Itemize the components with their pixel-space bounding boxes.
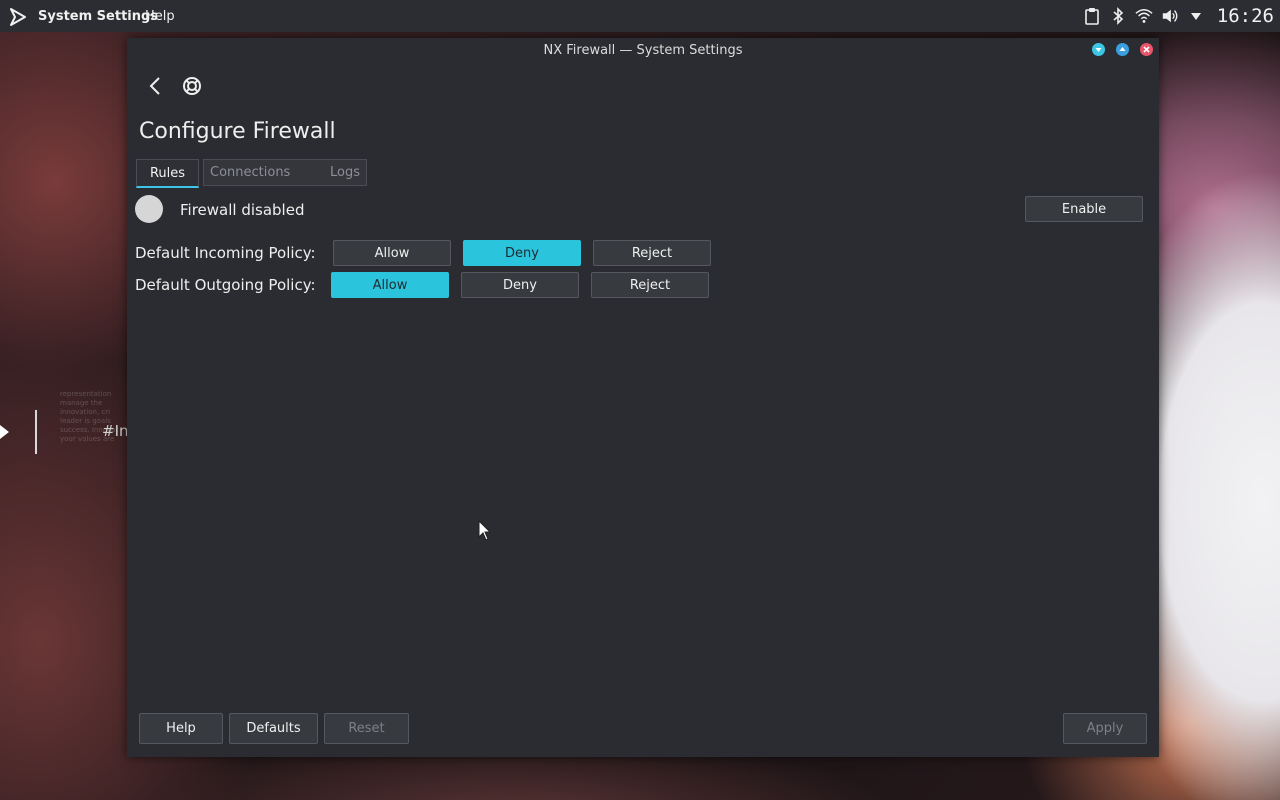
tab-connections[interactable]: Connections xyxy=(210,165,290,180)
close-button[interactable] xyxy=(1140,43,1153,56)
back-arrow-icon[interactable] xyxy=(145,75,167,97)
reset-button[interactable]: Reset xyxy=(324,713,409,744)
incoming-allow-button[interactable]: Allow xyxy=(333,240,451,266)
settings-window: NX Firewall — System Settings Configure … xyxy=(127,38,1159,757)
menu-arrow-icon[interactable] xyxy=(1187,7,1205,25)
volume-icon[interactable] xyxy=(1161,7,1179,25)
incoming-deny-button[interactable]: Deny xyxy=(463,240,581,266)
clock[interactable]: 16:26 xyxy=(1217,5,1274,27)
outgoing-allow-button[interactable]: Allow xyxy=(331,272,449,298)
help-button[interactable]: Help xyxy=(139,713,223,744)
wallpaper-hashtag: #In xyxy=(102,422,129,440)
maximize-icon xyxy=(1119,47,1126,51)
tab-bar: Rules Connections Logs xyxy=(136,159,367,188)
defaults-button[interactable]: Defaults xyxy=(229,713,318,744)
incoming-policy-label: Default Incoming Policy: xyxy=(135,244,316,262)
top-panel: System Settings Help 16:26 xyxy=(0,0,1280,32)
system-tray: 16:26 xyxy=(1083,0,1280,32)
bluetooth-icon[interactable] xyxy=(1109,7,1127,25)
tab-logs[interactable]: Logs xyxy=(330,165,360,180)
tab-rules[interactable]: Rules xyxy=(136,159,199,188)
close-icon xyxy=(1143,46,1150,53)
active-app-name[interactable]: System Settings xyxy=(38,9,158,24)
help-menu[interactable]: Help xyxy=(145,9,175,24)
lifebuoy-help-icon[interactable] xyxy=(181,75,203,97)
wallpaper-divider xyxy=(35,410,37,454)
page-title: Configure Firewall xyxy=(139,119,336,144)
minimize-button[interactable] xyxy=(1092,43,1105,56)
minimize-icon xyxy=(1095,48,1102,52)
mouse-pointer-icon xyxy=(478,520,492,541)
enable-button[interactable]: Enable xyxy=(1025,196,1143,222)
firewall-status-label: Firewall disabled xyxy=(180,201,305,219)
wifi-icon[interactable] xyxy=(1135,7,1153,25)
maximize-button[interactable] xyxy=(1116,43,1129,56)
window-titlebar[interactable]: NX Firewall — System Settings xyxy=(127,38,1159,62)
firewall-status-indicator xyxy=(135,195,163,223)
apply-button[interactable]: Apply xyxy=(1063,713,1147,744)
incoming-reject-button[interactable]: Reject xyxy=(593,240,711,266)
outgoing-deny-button[interactable]: Deny xyxy=(461,272,579,298)
tab-group-inactive: Connections Logs xyxy=(203,159,367,186)
outgoing-reject-button[interactable]: Reject xyxy=(591,272,709,298)
clipboard-icon[interactable] xyxy=(1083,7,1101,25)
outgoing-policy-label: Default Outgoing Policy: xyxy=(135,276,316,294)
window-title: NX Firewall — System Settings xyxy=(543,43,743,58)
launcher-logo-icon[interactable] xyxy=(8,7,28,27)
wallpaper-arrow-icon xyxy=(0,425,9,439)
